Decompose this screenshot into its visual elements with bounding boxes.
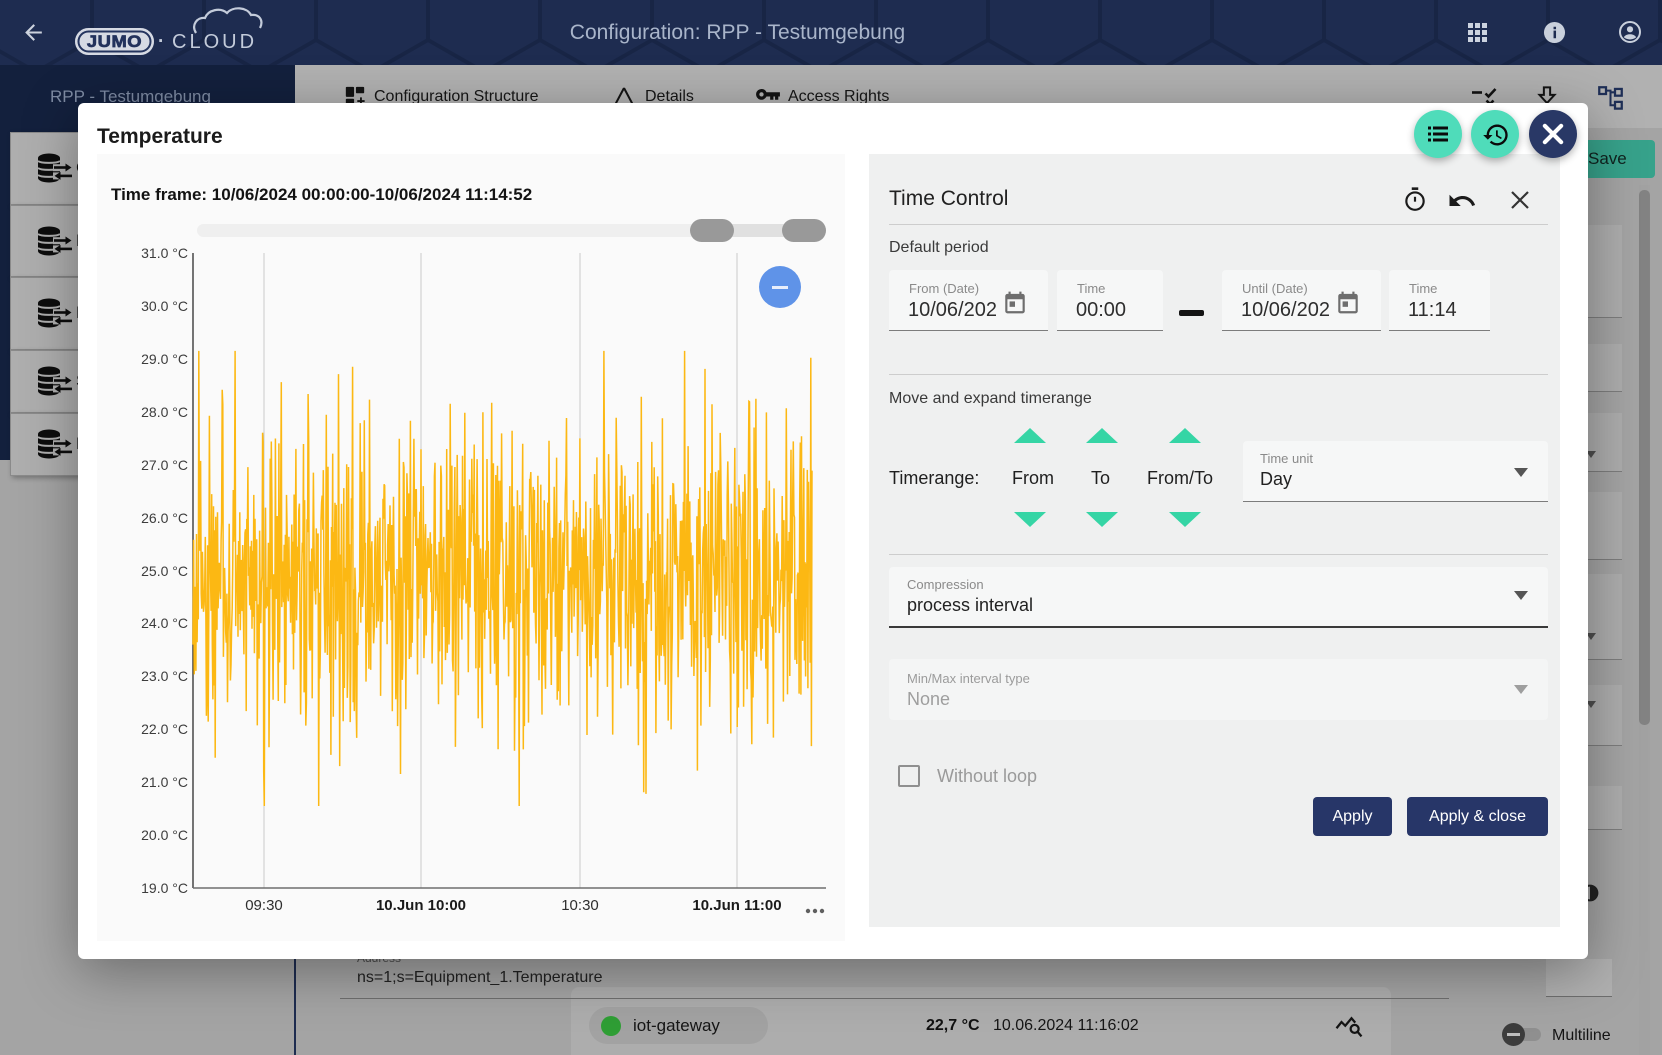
svg-text:29.0 °C: 29.0 °C bbox=[141, 351, 188, 367]
svg-text:22.0 °C: 22.0 °C bbox=[141, 721, 188, 737]
svg-text:10:30: 10:30 bbox=[561, 897, 599, 914]
svg-text:27.0 °C: 27.0 °C bbox=[141, 457, 188, 473]
svg-text:31.0 °C: 31.0 °C bbox=[141, 245, 188, 261]
svg-text:24.0 °C: 24.0 °C bbox=[141, 615, 188, 631]
svg-text:30.0 °C: 30.0 °C bbox=[141, 298, 188, 314]
svg-text:09:30: 09:30 bbox=[245, 897, 283, 914]
svg-text:10.Jun 10:00: 10.Jun 10:00 bbox=[376, 897, 466, 914]
svg-text:19.0 °C: 19.0 °C bbox=[141, 880, 188, 896]
svg-text:26.0 °C: 26.0 °C bbox=[141, 510, 188, 526]
svg-text:21.0 °C: 21.0 °C bbox=[141, 774, 188, 790]
svg-text:10.Jun 11:00: 10.Jun 11:00 bbox=[692, 897, 781, 914]
svg-text:28.0 °C: 28.0 °C bbox=[141, 404, 188, 420]
svg-text:25.0 °C: 25.0 °C bbox=[141, 563, 188, 579]
svg-text:20.0 °C: 20.0 °C bbox=[141, 827, 188, 843]
svg-text:23.0 °C: 23.0 °C bbox=[141, 668, 188, 684]
